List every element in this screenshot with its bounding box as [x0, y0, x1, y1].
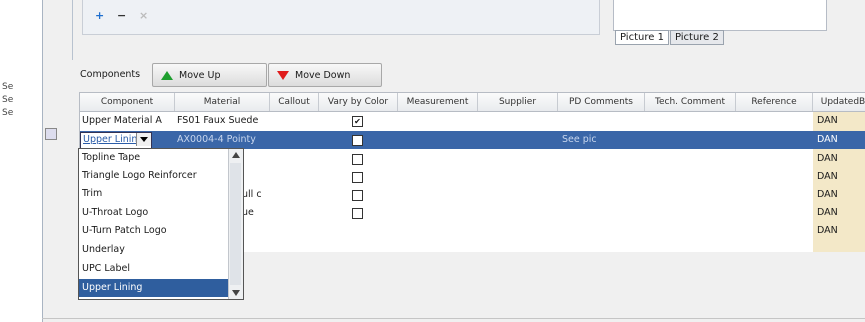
close-icon[interactable]: × [139, 9, 148, 22]
dropdown-item[interactable]: UPC Label [79, 260, 230, 278]
side-checkbox[interactable] [45, 128, 57, 140]
side-label: Se [2, 95, 14, 105]
dropdown-item-selected[interactable]: Upper Lining [79, 279, 230, 297]
component-combobox[interactable]: Upper Lining [80, 132, 152, 149]
panel-edge [72, 0, 73, 60]
side-label: Se [2, 108, 14, 118]
component-dropdown-list: Topline Tape Triangle Logo Reinforcer Tr… [78, 148, 244, 300]
vary-by-color-checkbox[interactable] [352, 208, 363, 219]
cell-updated-by: DAN [817, 115, 838, 126]
table-row[interactable]: Upper Material A FS01 Faux Suede ✔ DAN [80, 112, 865, 130]
move-up-label: Move Up [179, 69, 221, 81]
move-down-label: Move Down [295, 69, 351, 81]
tab-picture-2[interactable]: Picture 2 [669, 30, 724, 45]
scroll-down-icon[interactable] [229, 287, 243, 299]
arrow-down-icon [277, 70, 289, 80]
chevron-down-icon[interactable] [136, 133, 151, 146]
move-up-button[interactable]: Move Up [152, 63, 267, 87]
dropdown-item[interactable]: Triangle Logo Reinforcer [79, 167, 230, 185]
cell-pd-comments[interactable]: See pic [560, 131, 642, 149]
cell-material[interactable]: ull c [240, 186, 272, 204]
col-header-material[interactable]: Material [175, 93, 270, 111]
vary-by-color-checkbox[interactable] [352, 154, 363, 165]
dropdown-scrollbar[interactable] [228, 149, 243, 299]
cell-material[interactable]: FS01 Faux Suede [175, 112, 269, 130]
col-header-pd-comments[interactable]: PD Comments [558, 93, 645, 111]
add-icon[interactable]: + [95, 9, 104, 22]
cell-material[interactable]: ue [240, 204, 272, 222]
cell-updated-by: DAN [817, 171, 838, 182]
vary-by-color-checkbox[interactable] [352, 172, 363, 183]
col-header-component[interactable]: Component [80, 93, 175, 111]
col-header-reference[interactable]: Reference [736, 93, 813, 111]
side-label: Se [2, 82, 14, 92]
remove-icon[interactable]: − [117, 9, 126, 22]
dropdown-item[interactable]: Topline Tape [79, 149, 230, 167]
col-header-measurement[interactable]: Measurement [398, 93, 478, 111]
cell-updated-by: DAN [817, 153, 838, 164]
vary-by-color-checkbox[interactable] [352, 190, 363, 201]
grid-header: Component Material Callout Vary by Color… [80, 93, 865, 112]
col-header-updated-by[interactable]: UpdatedB [813, 93, 865, 111]
dropdown-item[interactable]: U-Throat Logo [79, 204, 230, 222]
dropdown-item[interactable]: U-Turn Patch Logo [79, 222, 230, 240]
vary-by-color-checkbox[interactable] [352, 135, 363, 146]
picture-preview [613, 0, 827, 31]
col-header-callout[interactable]: Callout [270, 93, 319, 111]
dropdown-item[interactable]: Trim [79, 185, 230, 203]
col-header-tech-comment[interactable]: Tech. Comment [645, 93, 736, 111]
arrow-up-icon [161, 70, 173, 80]
components-label: Components [80, 69, 141, 80]
dropdown-item[interactable]: Underlay [79, 241, 230, 259]
col-header-supplier[interactable]: Supplier [478, 93, 558, 111]
side-labels: Se Se Se [2, 82, 38, 121]
picture-tabs: Picture 1 Picture 2 [615, 30, 725, 45]
cell-updated-by: DAN [817, 189, 838, 200]
cell-updated-by: DAN [817, 225, 838, 236]
tab-picture-1[interactable]: Picture 1 [615, 30, 669, 45]
combobox-value: Upper Lining [83, 134, 144, 145]
scrollbar-thumb[interactable] [230, 163, 241, 285]
table-row-selected[interactable]: Upper Lining AX0004-4 Pointy See pic DAN [80, 131, 865, 149]
cell-component[interactable]: Upper Material A [80, 112, 174, 130]
scroll-up-icon[interactable] [229, 149, 243, 161]
col-header-vary-by-color[interactable]: Vary by Color [319, 93, 398, 111]
move-down-button[interactable]: Move Down [268, 63, 382, 87]
cell-material[interactable]: AX0004-4 Pointy [175, 131, 269, 149]
divider [42, 318, 865, 319]
cell-updated-by: DAN [817, 207, 838, 218]
top-toolbar: + − × [82, 0, 600, 35]
cell-updated-by: DAN [817, 134, 838, 145]
vary-by-color-checkbox[interactable]: ✔ [352, 116, 363, 127]
